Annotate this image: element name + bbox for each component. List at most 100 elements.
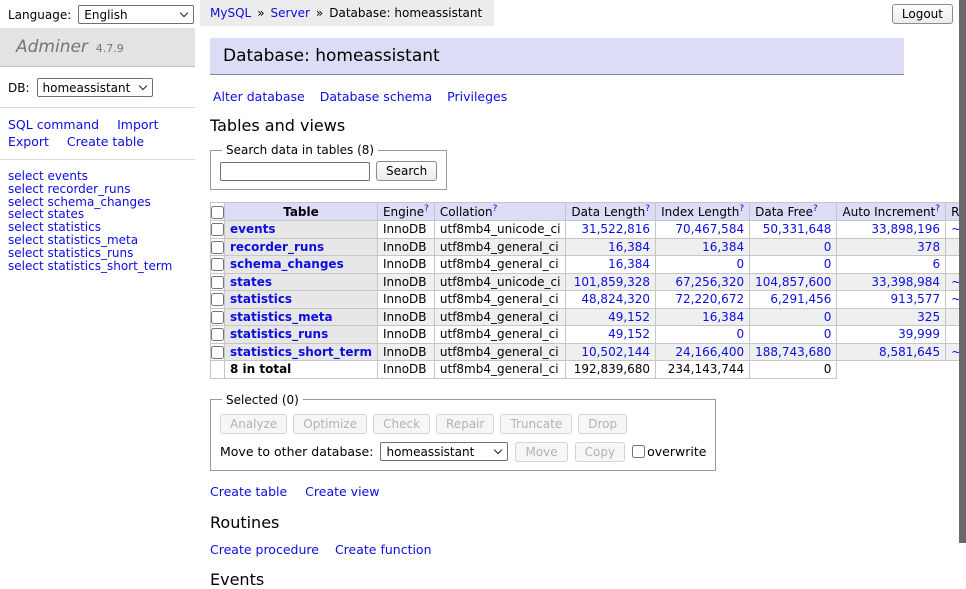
- col-header-label: Data Free: [755, 205, 813, 219]
- page-title: Database: homeassistant: [210, 38, 904, 75]
- index-length-link[interactable]: 0: [736, 257, 744, 271]
- sidebar-table-links: select events select recorder_runs selec…: [0, 160, 195, 282]
- total-index-length: 234,143,744: [656, 361, 750, 379]
- table-name-link[interactable]: schema_changes: [230, 257, 344, 271]
- auto-increment-link[interactable]: 33,898,196: [871, 222, 940, 236]
- col-header-index-length: Index Length?: [656, 203, 750, 221]
- help-icon[interactable]: ?: [813, 204, 818, 214]
- drop-button[interactable]: Drop: [578, 414, 627, 434]
- search-input[interactable]: [220, 162, 370, 181]
- engine-cell: InnoDB: [377, 221, 434, 239]
- row-checkbox[interactable]: [211, 276, 224, 289]
- db-select[interactable]: homeassistant: [37, 78, 153, 97]
- database-schema-link[interactable]: Database schema: [320, 89, 432, 104]
- sidebar-import-link[interactable]: Import: [117, 117, 159, 132]
- create-view-link[interactable]: Create view: [305, 484, 379, 499]
- index-length-link[interactable]: 67,256,320: [675, 275, 744, 289]
- data-free-link[interactable]: 104,857,600: [755, 275, 831, 289]
- sidebar-select-link[interactable]: select events: [8, 170, 187, 183]
- index-length-link[interactable]: 0: [736, 327, 744, 341]
- data-length-link[interactable]: 16,384: [608, 257, 650, 271]
- help-icon[interactable]: ?: [424, 204, 429, 214]
- overwrite-checkbox[interactable]: [632, 445, 645, 458]
- total-label: 8 in total: [225, 361, 378, 379]
- move-database-select[interactable]: homeassistant: [380, 442, 508, 461]
- table-name-link[interactable]: statistics_runs: [230, 327, 328, 341]
- check-button[interactable]: Check: [373, 414, 430, 434]
- auto-increment-link[interactable]: 6: [932, 257, 940, 271]
- language-select[interactable]: English: [78, 5, 194, 24]
- data-length-link[interactable]: 16,384: [608, 240, 650, 254]
- help-icon[interactable]: ?: [739, 204, 744, 214]
- search-button[interactable]: Search: [376, 161, 437, 181]
- data-free-link[interactable]: 0: [824, 310, 832, 324]
- row-checkbox[interactable]: [211, 223, 224, 236]
- row-checkbox[interactable]: [211, 328, 224, 341]
- auto-increment-link[interactable]: 33,398,984: [871, 275, 940, 289]
- select-all-checkbox[interactable]: [211, 206, 224, 219]
- table-name-link[interactable]: events: [230, 222, 276, 236]
- table-row: schema_changes InnoDB utf8mb4_general_ci…: [211, 256, 966, 274]
- privileges-link[interactable]: Privileges: [447, 89, 507, 104]
- table-row: statistics_short_term InnoDB utf8mb4_gen…: [211, 343, 966, 361]
- help-icon[interactable]: ?: [935, 204, 940, 214]
- index-length-link[interactable]: 70,467,584: [675, 222, 744, 236]
- data-free-link[interactable]: 0: [824, 327, 832, 341]
- create-procedure-link[interactable]: Create procedure: [210, 542, 319, 557]
- scrollbar[interactable]: [959, 0, 966, 543]
- alter-database-link[interactable]: Alter database: [213, 89, 305, 104]
- sidebar-export-link[interactable]: Export: [8, 134, 49, 149]
- auto-increment-link[interactable]: 325: [917, 310, 940, 324]
- help-icon[interactable]: ?: [493, 204, 498, 214]
- analyze-button[interactable]: Analyze: [220, 414, 287, 434]
- col-header-auto-increment: Auto Increment?: [837, 203, 946, 221]
- table-name-link[interactable]: recorder_runs: [230, 240, 324, 254]
- table-name-link[interactable]: statistics: [230, 292, 292, 306]
- data-length-link[interactable]: 48,824,320: [581, 292, 650, 306]
- table-name-link[interactable]: statistics_short_term: [230, 345, 372, 359]
- row-checkbox[interactable]: [211, 293, 224, 306]
- data-length-link[interactable]: 49,152: [608, 327, 650, 341]
- index-length-link[interactable]: 16,384: [702, 310, 744, 324]
- truncate-button[interactable]: Truncate: [500, 414, 572, 434]
- selected-fieldset: Selected (0) Analyze Optimize Check Repa…: [210, 393, 716, 471]
- copy-button[interactable]: Copy: [575, 442, 625, 462]
- sidebar-select-link[interactable]: select recorder_runs: [8, 183, 187, 196]
- create-function-link[interactable]: Create function: [335, 542, 432, 557]
- data-free-link[interactable]: 50,331,648: [763, 222, 832, 236]
- sidebar-select-link[interactable]: select statistics_short_term: [8, 260, 187, 273]
- sidebar-select-link[interactable]: select statistics_runs: [8, 247, 187, 260]
- sidebar-create-table-link[interactable]: Create table: [67, 134, 144, 149]
- total-collation: utf8mb4_general_ci: [434, 361, 566, 379]
- auto-increment-link[interactable]: 39,999: [898, 327, 940, 341]
- data-length-link[interactable]: 31,522,816: [581, 222, 650, 236]
- auto-increment-link[interactable]: 8,581,645: [879, 345, 940, 359]
- help-icon[interactable]: ?: [645, 204, 650, 214]
- row-checkbox[interactable]: [211, 241, 224, 254]
- index-length-link[interactable]: 16,384: [702, 240, 744, 254]
- auto-increment-link[interactable]: 913,577: [890, 292, 940, 306]
- data-free-link[interactable]: 188,743,680: [755, 345, 831, 359]
- data-free-link[interactable]: 6,291,456: [770, 292, 831, 306]
- row-checkbox[interactable]: [211, 311, 224, 324]
- data-free-link[interactable]: 0: [824, 240, 832, 254]
- sidebar-select-link[interactable]: select statistics_meta: [8, 234, 187, 247]
- row-checkbox[interactable]: [211, 258, 224, 271]
- optimize-button[interactable]: Optimize: [293, 414, 367, 434]
- move-button[interactable]: Move: [515, 442, 567, 462]
- data-length-link[interactable]: 101,859,328: [574, 275, 650, 289]
- create-table-link[interactable]: Create table: [210, 484, 287, 499]
- data-length-link[interactable]: 10,502,144: [581, 345, 650, 359]
- auto-increment-link[interactable]: 378: [917, 240, 940, 254]
- data-length-link[interactable]: 49,152: [608, 310, 650, 324]
- row-checkbox[interactable]: [211, 346, 224, 359]
- table-name-link[interactable]: states: [230, 275, 272, 289]
- table-name-link[interactable]: statistics_meta: [230, 310, 333, 324]
- data-free-link[interactable]: 0: [824, 257, 832, 271]
- index-length-link[interactable]: 72,220,672: [675, 292, 744, 306]
- database-links-row: Alter database Database schema Privilege…: [213, 89, 901, 104]
- index-length-link[interactable]: 24,166,400: [675, 345, 744, 359]
- sidebar-sql-command-link[interactable]: SQL command: [8, 117, 99, 132]
- repair-button[interactable]: Repair: [436, 414, 494, 434]
- col-header-engine: Engine?: [377, 203, 434, 221]
